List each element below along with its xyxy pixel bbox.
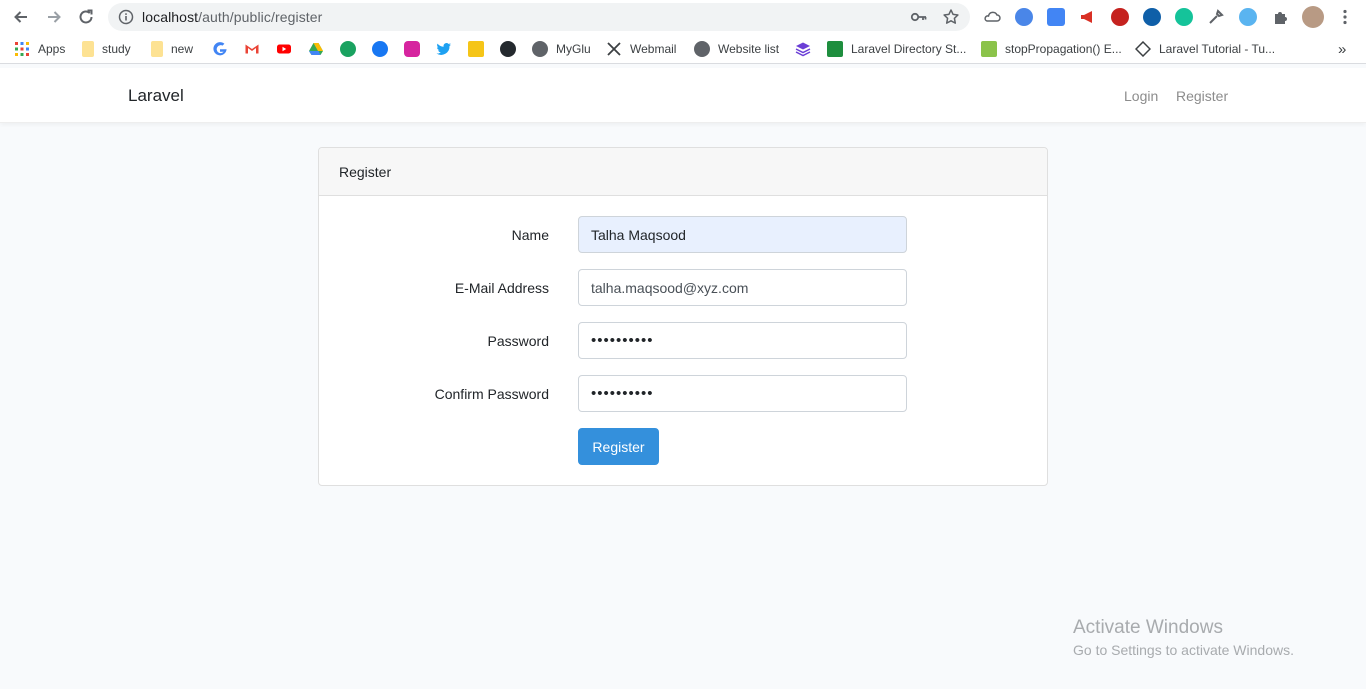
bookmark-label: MyGlu (556, 42, 591, 56)
email-label: E-Mail Address (454, 280, 549, 296)
forward-button[interactable] (43, 6, 65, 28)
twitter-icon[interactable] (436, 41, 452, 57)
address-url[interactable]: localhost/auth/public/register (142, 9, 322, 25)
url-path: /auth/public/register (198, 9, 323, 25)
extension-grammarly-icon[interactable] (1175, 8, 1193, 26)
watermark-subtitle: Go to Settings to activate Windows. (1073, 642, 1294, 658)
confirm-password-input[interactable] (578, 375, 907, 412)
profile-avatar[interactable] (1302, 6, 1324, 28)
arrow-left-icon (14, 11, 27, 23)
browser-toolbar: localhost/auth/public/register (0, 0, 1366, 34)
instagram-icon[interactable] (404, 41, 420, 57)
confirm-password-label: Confirm Password (434, 386, 549, 402)
w3-badge-icon (981, 41, 997, 57)
facebook-icon[interactable] (372, 41, 388, 57)
card-title: Register (339, 164, 392, 180)
email-input[interactable] (578, 269, 907, 306)
imdb-icon[interactable] (468, 41, 484, 57)
nav-register-link[interactable]: Register (1176, 88, 1228, 104)
diamond-icon (1135, 41, 1151, 57)
webmail-x-icon (607, 42, 621, 56)
bookmark-label: study (102, 42, 131, 56)
bookmarks-bar: Apps study new MyGlu Webmail Website lis… (0, 34, 1366, 64)
extension-blue-badge-icon[interactable] (1015, 8, 1033, 26)
back-button[interactable] (10, 6, 32, 28)
extension-megaphone-icon[interactable] (1079, 8, 1097, 26)
arrow-right-icon (48, 11, 61, 23)
password-input[interactable] (578, 322, 907, 359)
bookmark-laravel-directory[interactable]: Laravel Directory St... (827, 40, 966, 58)
extension-compass-icon[interactable] (1143, 8, 1161, 26)
github-icon[interactable] (500, 41, 516, 57)
watermark-title: Activate Windows (1073, 617, 1223, 638)
extensions-puzzle-icon[interactable] (1271, 8, 1289, 26)
bookmark-stoppropagation[interactable]: stopPropagation() E... (981, 40, 1122, 58)
google-icon[interactable] (212, 41, 228, 57)
register-submit-button[interactable]: Register (578, 428, 659, 465)
globe-icon (694, 41, 710, 57)
bookmark-label: Laravel Tutorial - Tu... (1159, 42, 1276, 56)
bookmark-label: Laravel Directory St... (851, 42, 967, 56)
bookmark-label: new (171, 42, 194, 56)
bookmark-label: Apps (38, 42, 66, 56)
activate-windows-watermark: Activate Windows Go to Settings to activ… (1073, 617, 1294, 658)
password-label: Password (487, 333, 549, 349)
apps-grid-icon (15, 42, 29, 56)
nav-login-link[interactable]: Login (1124, 88, 1158, 104)
reload-icon (79, 9, 93, 24)
address-bar[interactable]: localhost/auth/public/register (108, 3, 970, 31)
bookmark-label: Webmail (630, 42, 677, 56)
url-host: localhost (142, 9, 199, 25)
bookmark-apps[interactable]: Apps (14, 40, 65, 58)
gmail-icon[interactable] (244, 41, 260, 57)
register-card: Register Name E-Mail Address Password Co… (318, 147, 1048, 486)
extension-translate-icon[interactable] (1047, 8, 1065, 26)
info-icon[interactable] (118, 9, 134, 25)
bookmark-myglu[interactable]: MyGlu (532, 40, 591, 58)
reload-button[interactable] (75, 6, 97, 28)
bookmark-folder-study[interactable]: study (82, 40, 131, 58)
extension-eyedropper-icon[interactable] (1207, 8, 1225, 26)
youtube-icon[interactable] (276, 41, 292, 57)
name-label: Name (511, 227, 549, 243)
folder-icon (82, 41, 94, 57)
s-badge-icon (827, 41, 843, 57)
green-1-icon[interactable] (340, 41, 356, 57)
bookmark-website-list[interactable]: Website list (694, 40, 779, 58)
app-navbar: Laravel Login Register (0, 68, 1366, 123)
menu-kebab-icon[interactable] (1336, 8, 1354, 26)
globe-icon (532, 41, 548, 57)
bookmark-label: stopPropagation() E... (1005, 42, 1122, 56)
star-icon[interactable] (942, 8, 960, 26)
key-icon[interactable] (910, 8, 928, 26)
extension-search-icon[interactable] (1239, 8, 1257, 26)
layers-icon[interactable] (795, 41, 811, 57)
folder-icon (151, 41, 163, 57)
bookmark-folder-new[interactable]: new (151, 40, 193, 58)
name-input[interactable] (578, 216, 907, 253)
extension-cloud-icon[interactable] (983, 8, 1001, 26)
bookmark-webmail[interactable]: Webmail (606, 40, 676, 58)
brand-link[interactable]: Laravel (128, 86, 184, 106)
extension-adblock-icon[interactable] (1111, 8, 1129, 26)
bookmark-laravel-tutorial[interactable]: Laravel Tutorial - Tu... (1135, 40, 1275, 58)
card-header: Register (319, 148, 1047, 196)
bookmark-label: Website list (718, 42, 780, 56)
bookmarks-overflow-button[interactable]: » (1338, 40, 1346, 58)
google-drive-icon[interactable] (308, 41, 324, 57)
